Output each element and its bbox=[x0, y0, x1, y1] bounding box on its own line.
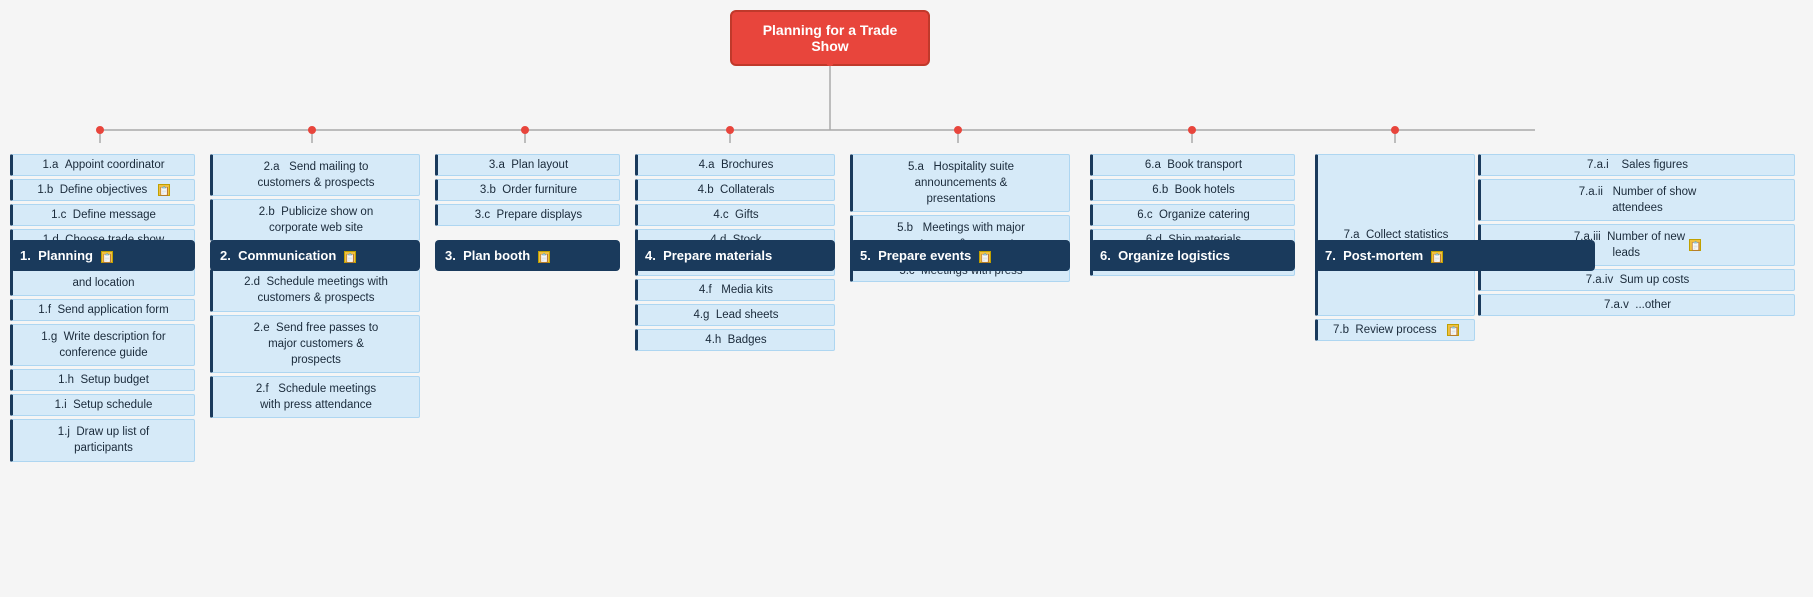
col3-header: 3. Plan booth 📋 bbox=[435, 240, 620, 271]
col1-label: 1. Planning bbox=[20, 248, 93, 263]
item-2d: 2.d Schedule meetings withcustomers & pr… bbox=[210, 269, 420, 311]
diagram-container: Planning for a Trade Show 1. Planning 📋 … bbox=[0, 0, 1813, 597]
item-1a: 1.a Appoint coordinator bbox=[10, 154, 195, 176]
item-6b: 6.b Book hotels bbox=[1090, 179, 1295, 201]
item-4b: 4.b Collaterals bbox=[635, 179, 835, 201]
column-2: 2. Communication 📋 2.a Send mailing tocu… bbox=[210, 120, 420, 418]
column-4: 4. Prepare materials 4.a Brochures 4.b C… bbox=[635, 120, 835, 351]
item-1h: 1.h Setup budget bbox=[10, 369, 195, 391]
item-7aii: 7.a.ii Number of showattendees bbox=[1478, 179, 1795, 221]
dot-col3 bbox=[521, 126, 529, 134]
item-7ai: 7.a.i Sales figures bbox=[1478, 154, 1795, 176]
col6-label: 6. Organize logistics bbox=[1100, 248, 1230, 263]
item-7a-row: 7.a Collect statistics 7.a.i Sales figur… bbox=[1315, 154, 1795, 316]
item-1i: 1.i Setup schedule bbox=[10, 394, 195, 416]
column-6: 6. Organize logistics 6.a Book transport… bbox=[1090, 120, 1295, 276]
dot-col1 bbox=[96, 126, 104, 134]
col7-label: 7. Post-mortem bbox=[1325, 248, 1423, 263]
col5-label: 5. Prepare events bbox=[860, 248, 971, 263]
col1-header: 1. Planning 📋 bbox=[10, 240, 195, 271]
col5-header: 5. Prepare events 📋 bbox=[850, 240, 1070, 271]
root-title: Planning for a Trade Show bbox=[763, 22, 898, 54]
item-7b: 7.b Review process 📋 bbox=[1315, 319, 1475, 341]
col7-note-icon: 📋 bbox=[1431, 251, 1443, 263]
item-1c: 1.c Define message bbox=[10, 204, 195, 226]
item-5a: 5.a Hospitality suiteannouncements &pres… bbox=[850, 154, 1070, 212]
item-7b-note: 📋 bbox=[1447, 324, 1459, 336]
column-1: 1. Planning 📋 1.a Appoint coordinator 1.… bbox=[10, 120, 195, 462]
column-3: 3. Plan booth 📋 3.a Plan layout 3.b Orde… bbox=[435, 120, 620, 226]
col2-note-icon: 📋 bbox=[344, 251, 356, 263]
dot-col6 bbox=[1188, 126, 1196, 134]
col1-items: 1.a Appoint coordinator 1.b Define objec… bbox=[10, 154, 195, 462]
column-5: 5. Prepare events 📋 5.a Hospitality suit… bbox=[850, 120, 1070, 282]
item-7a-subitems: 7.a.i Sales figures 7.a.ii Number of sho… bbox=[1478, 154, 1795, 316]
dot-col5 bbox=[954, 126, 962, 134]
col2-header: 2. Communication 📋 bbox=[210, 240, 420, 271]
item-4a: 4.a Brochures bbox=[635, 154, 835, 176]
item-1j: 1.j Draw up list ofparticipants bbox=[10, 419, 195, 461]
item-4f: 4.f Media kits bbox=[635, 279, 835, 301]
col5-note-icon: 📋 bbox=[979, 251, 991, 263]
dot-col2 bbox=[308, 126, 316, 134]
item-1f: 1.f Send application form bbox=[10, 299, 195, 321]
item-2f: 2.f Schedule meetingswith press attendan… bbox=[210, 376, 420, 418]
item-3a: 3.a Plan layout bbox=[435, 154, 620, 176]
item-1b-note: 📋 bbox=[158, 184, 170, 196]
item-2a: 2.a Send mailing tocustomers & prospects bbox=[210, 154, 420, 196]
col3-items: 3.a Plan layout 3.b Order furniture 3.c … bbox=[435, 154, 620, 226]
item-4c: 4.c Gifts bbox=[635, 204, 835, 226]
item-7a: 7.a Collect statistics bbox=[1315, 154, 1475, 316]
col4-header: 4. Prepare materials bbox=[635, 240, 835, 271]
item-7av: 7.a.v ...other bbox=[1478, 294, 1795, 316]
col3-label: 3. Plan booth bbox=[445, 248, 530, 263]
dot-root-bottom bbox=[826, 58, 834, 66]
col4-label: 4. Prepare materials bbox=[645, 248, 772, 263]
col6-header: 6. Organize logistics bbox=[1090, 240, 1295, 271]
item-1b: 1.b Define objectives 📋 bbox=[10, 179, 195, 201]
item-6c: 6.c Organize catering bbox=[1090, 204, 1295, 226]
dot-col4 bbox=[726, 126, 734, 134]
col1-note-icon: 📋 bbox=[101, 251, 113, 263]
item-2e: 2.e Send free passes tomajor customers &… bbox=[210, 315, 420, 373]
column-7: 7. Post-mortem 📋 7.a Collect statistics … bbox=[1315, 120, 1795, 341]
item-3c: 3.c Prepare displays bbox=[435, 204, 620, 226]
item-1g: 1.g Write description forconference guid… bbox=[10, 324, 195, 366]
item-4h: 4.h Badges bbox=[635, 329, 835, 351]
col2-items: 2.a Send mailing tocustomers & prospects… bbox=[210, 154, 420, 418]
col7-header: 7. Post-mortem 📋 bbox=[1315, 240, 1595, 271]
col3-note-icon: 📋 bbox=[538, 251, 550, 263]
item-6a: 6.a Book transport bbox=[1090, 154, 1295, 176]
col2-label: 2. Communication bbox=[220, 248, 336, 263]
dot-col7 bbox=[1391, 126, 1399, 134]
item-7aiii-note: 📋 bbox=[1689, 239, 1701, 251]
item-2b: 2.b Publicize show oncorporate web site bbox=[210, 199, 420, 241]
item-3b: 3.b Order furniture bbox=[435, 179, 620, 201]
item-4g: 4.g Lead sheets bbox=[635, 304, 835, 326]
item-7aiv: 7.a.iv Sum up costs bbox=[1478, 269, 1795, 291]
